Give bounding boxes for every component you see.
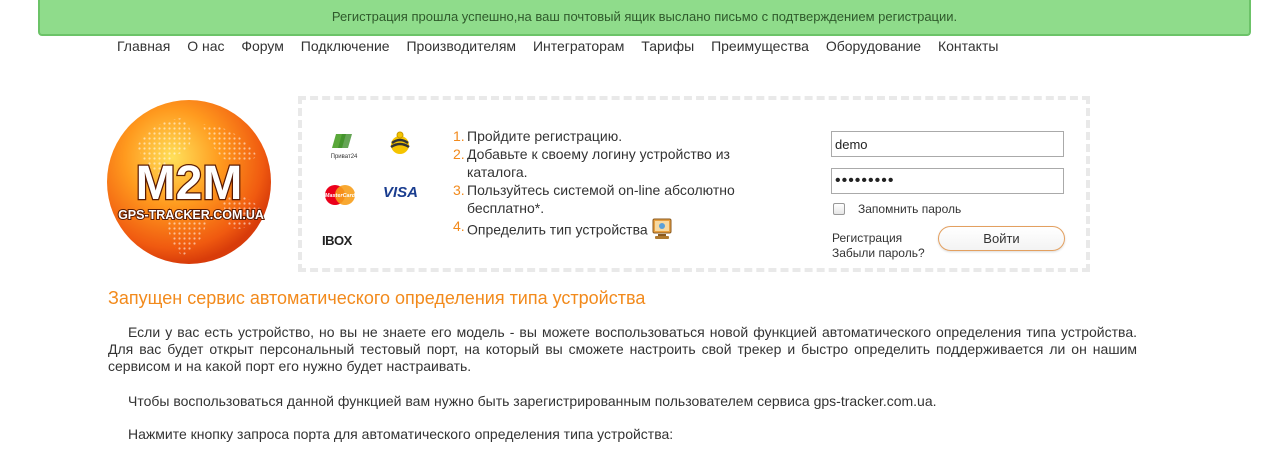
privat24-label: Приват24 xyxy=(331,154,358,160)
nav-item-advantages[interactable]: Преимущества xyxy=(711,38,809,54)
beeline-logo[interactable] xyxy=(389,131,411,162)
login-input[interactable] xyxy=(831,131,1064,157)
nav-item-integrators[interactable]: Интеграторам xyxy=(533,38,624,54)
article-paragraph-1: Если у вас есть устройство, но вы не зна… xyxy=(108,324,1137,374)
step-text: Пользуйтесь системой on-line абсолютно б… xyxy=(467,182,735,216)
step-text: Добавьте к своему логину устройство из к… xyxy=(467,146,730,180)
step-text[interactable]: Пройдите регистрацию. xyxy=(467,127,622,145)
step-text[interactable]: Определить тип устройства xyxy=(467,222,648,238)
visa-logo[interactable]: VISA xyxy=(383,184,418,201)
step-number: 1. xyxy=(453,128,465,144)
success-alert-text: Регистрация прошла успешно,на ваш почтов… xyxy=(331,9,958,24)
step-number: 4. xyxy=(453,218,465,234)
step-number: 3. xyxy=(453,182,465,198)
m2m-logo[interactable]: M2M GPS-TRACKER.COM.UA xyxy=(107,96,272,269)
nav-item-home[interactable]: Главная xyxy=(117,38,170,54)
remember-checkbox[interactable] xyxy=(833,203,845,215)
step-number: 2. xyxy=(453,146,465,162)
main-nav: Главная О нас Форум Подключение Производ… xyxy=(117,38,1011,54)
password-input[interactable]: ••••••••• xyxy=(831,168,1064,194)
forgot-password-link[interactable]: Забыли пароль? xyxy=(832,246,925,261)
step-item: 2. Добавьте к своему логину устройство из… xyxy=(453,145,783,181)
login-button[interactable]: Войти xyxy=(938,226,1065,251)
nav-item-contacts[interactable]: Контакты xyxy=(938,38,998,54)
privat24-logo[interactable]: Приват24 xyxy=(328,132,360,165)
nav-item-connection[interactable]: Подключение xyxy=(301,38,390,54)
nav-item-tariffs[interactable]: Тарифы xyxy=(641,38,694,54)
step-item: 4. Определить тип устройства xyxy=(453,217,783,245)
nav-item-equipment[interactable]: Оборудование xyxy=(826,38,921,54)
remember-label: Запомнить пароль xyxy=(858,202,962,216)
step-item: 3. Пользуйтесь системой on-line абсолютно… xyxy=(453,181,783,217)
nav-item-about[interactable]: О нас xyxy=(187,38,224,54)
nav-item-manufacturers[interactable]: Производителям xyxy=(406,38,516,54)
steps-list: 1. Пройдите регистрацию. 2. Добавьте к сво… xyxy=(453,127,783,245)
remember-row[interactable]: Запомнить пароль xyxy=(833,202,961,216)
mastercard-label: MasterCard xyxy=(325,193,356,199)
nav-item-forum[interactable]: Форум xyxy=(241,38,284,54)
mastercard-logo[interactable]: MasterCard xyxy=(322,183,358,212)
auth-links: Регистрация Забыли пароль? xyxy=(832,231,925,261)
logo-title: M2M xyxy=(136,157,243,210)
success-alert: Регистрация прошла успешно,на ваш почтов… xyxy=(38,0,1251,36)
register-link[interactable]: Регистрация xyxy=(832,231,925,246)
article-headline: Запущен сервис автоматического определен… xyxy=(108,288,646,308)
computer-icon[interactable] xyxy=(651,217,673,245)
step-item: 1. Пройдите регистрацию. xyxy=(453,127,783,145)
logo-subtitle: GPS-TRACKER.COM.UA xyxy=(118,208,264,222)
ibox-logo[interactable]: IBOX xyxy=(322,233,352,248)
article-paragraph-3: Нажмите кнопку запроса порта для автомат… xyxy=(128,426,674,442)
article-paragraph-2: Чтобы воспользоваться данной функцией ва… xyxy=(128,393,937,409)
